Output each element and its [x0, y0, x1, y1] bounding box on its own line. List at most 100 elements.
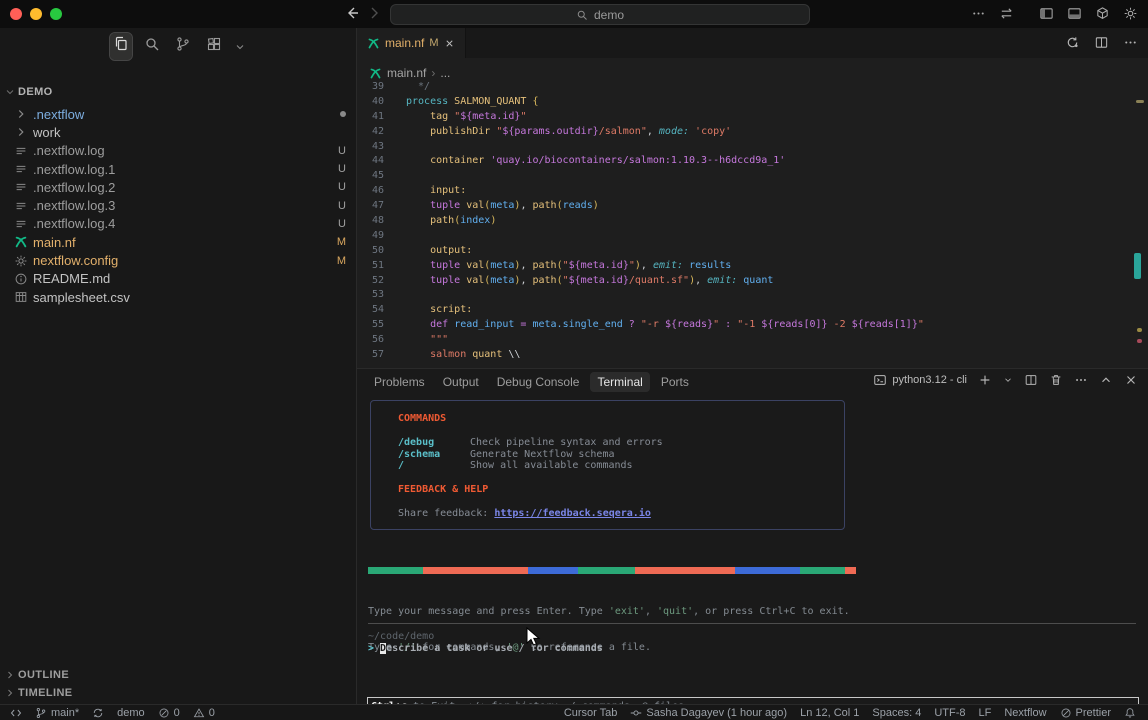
- change-dot: [340, 111, 346, 117]
- code-line-56[interactable]: 56 """: [357, 333, 1148, 348]
- status-item-0[interactable]: 0: [158, 707, 180, 719]
- run-loop-icon[interactable]: [1065, 35, 1080, 50]
- tree-item--nextflow-log-4[interactable]: .nextflow.log.4U: [0, 215, 356, 233]
- code-view[interactable]: 39 */40process SALMON_QUANT {41 tag "${m…: [357, 80, 1148, 363]
- file-label: .nextflow.log.4: [33, 216, 332, 231]
- status-item-sasha-dagayev-1-hour-ago[interactable]: Sasha Dagayev (1 hour ago): [630, 707, 787, 719]
- split-editor-icon[interactable]: [1094, 35, 1109, 50]
- panel-tab-ports[interactable]: Ports: [654, 372, 696, 392]
- shell-chip[interactable]: python3.12 - cli: [873, 373, 967, 387]
- code-line-44[interactable]: 44 container 'quay.io/biocontainers/salm…: [357, 154, 1148, 169]
- search-tab-button[interactable]: [141, 33, 163, 60]
- command-name: /: [398, 460, 470, 472]
- close-window-button[interactable]: [10, 8, 22, 20]
- tree-item--nextflow-log-3[interactable]: .nextflow.log.3U: [0, 196, 356, 214]
- status-item-remote-icon[interactable]: [10, 707, 22, 719]
- status-item-cursor-tab[interactable]: Cursor Tab: [564, 707, 618, 719]
- explorer-section-header[interactable]: DEMO: [4, 86, 53, 98]
- tree-item-main-nf[interactable]: main.nfM: [0, 233, 356, 251]
- code-line-41[interactable]: 41 tag "${meta.id}": [357, 110, 1148, 125]
- command-name: /schema: [398, 449, 470, 461]
- status-item-utf-8[interactable]: UTF-8: [934, 707, 965, 719]
- status-item-sync-icon[interactable]: [92, 707, 104, 719]
- toggle-sidebar-icon[interactable]: [1039, 6, 1054, 21]
- terminal-prompt[interactable]: > Describe a task or use / for commands: [368, 643, 603, 654]
- tree-item-README-md[interactable]: README.md: [0, 270, 356, 288]
- new-terminal-icon[interactable]: [978, 373, 992, 387]
- code-line-39[interactable]: 39 */: [357, 80, 1148, 95]
- zoom-window-button[interactable]: [50, 8, 62, 20]
- code-line-40[interactable]: 40process SALMON_QUANT {: [357, 95, 1148, 110]
- scrollbar-thumb[interactable]: [1134, 253, 1141, 279]
- status-item-lf[interactable]: LF: [979, 707, 992, 719]
- more-icon[interactable]: [971, 6, 986, 21]
- code-text: path(index): [406, 214, 496, 229]
- cube-icon[interactable]: [1095, 6, 1110, 21]
- status-item-0[interactable]: 0: [193, 707, 215, 719]
- command-center-search[interactable]: demo: [390, 4, 810, 25]
- tree-item-samplesheet-csv[interactable]: samplesheet.csv: [0, 288, 356, 306]
- status-item-demo[interactable]: demo: [117, 707, 145, 719]
- explorer-tab-button[interactable]: [110, 33, 132, 60]
- tree-item--nextflow[interactable]: .nextflow: [0, 105, 356, 123]
- timeline-section[interactable]: TIMELINE: [4, 684, 352, 702]
- tree-item--nextflow-log[interactable]: .nextflow.logU: [0, 142, 356, 160]
- sidebar-bottom-sections: OUTLINE TIMELINE: [4, 666, 352, 702]
- code-line-43[interactable]: 43: [357, 140, 1148, 155]
- code-line-52[interactable]: 52 tuple val(meta), path("${meta.id}/qua…: [357, 274, 1148, 289]
- chevron-down-icon[interactable]: [1003, 373, 1013, 387]
- swap-arrows-icon[interactable]: [999, 6, 1014, 21]
- code-line-55[interactable]: 55 def read_input = meta.single_end ? "-…: [357, 318, 1148, 333]
- code-line-49[interactable]: 49: [357, 229, 1148, 244]
- tree-item-nextflow-config[interactable]: nextflow.configM: [0, 251, 356, 269]
- terminal-hints: Type your message and press Enter. Type …: [368, 582, 850, 678]
- kill-terminal-icon[interactable]: [1049, 373, 1063, 387]
- git-status-badge: U: [338, 181, 346, 193]
- tab-main-nf[interactable]: main.nf M: [357, 28, 466, 58]
- status-text: Ln 12, Col 1: [800, 707, 859, 719]
- terminal-view[interactable]: COMMANDS /debugCheck pipeline syntax and…: [357, 395, 1148, 705]
- code-line-45[interactable]: 45: [357, 169, 1148, 184]
- close-icon[interactable]: [444, 38, 455, 49]
- toggle-panel-icon[interactable]: [1067, 6, 1082, 21]
- status-item-main[interactable]: main*: [35, 707, 79, 719]
- code-line-57[interactable]: 57 salmon quant \\: [357, 348, 1148, 363]
- feedback-link[interactable]: https://feedback.seqera.io: [494, 508, 651, 519]
- code-line-50[interactable]: 50 output:: [357, 244, 1148, 259]
- search-value: demo: [594, 8, 624, 22]
- code-line-46[interactable]: 46 input:: [357, 184, 1148, 199]
- status-item-bell-icon[interactable]: [1124, 707, 1136, 719]
- status-item-prettier[interactable]: Prettier: [1060, 707, 1111, 719]
- file-label: .nextflow.log: [33, 143, 332, 158]
- status-item-nextflow[interactable]: Nextflow: [1004, 707, 1046, 719]
- status-item-spaces-4[interactable]: Spaces: 4: [872, 707, 921, 719]
- maximize-panel-icon[interactable]: [1099, 373, 1113, 387]
- code-line-48[interactable]: 48 path(index): [357, 214, 1148, 229]
- code-line-51[interactable]: 51 tuple val(meta), path("${meta.id}"), …: [357, 259, 1148, 274]
- panel-tab-terminal[interactable]: Terminal: [590, 372, 649, 392]
- more-actions-icon[interactable]: [1074, 373, 1088, 387]
- close-panel-icon[interactable]: [1124, 373, 1138, 387]
- status-item-ln-12-col-1[interactable]: Ln 12, Col 1: [800, 707, 859, 719]
- back-icon[interactable]: [344, 5, 360, 21]
- panel-tab-problems[interactable]: Problems: [367, 372, 432, 392]
- tree-item--nextflow-log-2[interactable]: .nextflow.log.2U: [0, 178, 356, 196]
- error-icon: [158, 707, 170, 719]
- outline-section[interactable]: OUTLINE: [4, 666, 352, 684]
- tree-item-work[interactable]: work: [0, 123, 356, 141]
- panel-tab-debug-console[interactable]: Debug Console: [490, 372, 587, 392]
- code-line-54[interactable]: 54 script:: [357, 303, 1148, 318]
- code-text: container 'quay.io/biocontainers/salmon:…: [406, 154, 785, 169]
- forward-icon[interactable]: [366, 5, 382, 21]
- extensions-tab-button[interactable]: [203, 33, 225, 60]
- panel-tab-output[interactable]: Output: [436, 372, 486, 392]
- source-control-tab-button[interactable]: [172, 33, 194, 60]
- chevron-down-icon[interactable]: [234, 41, 246, 53]
- code-line-42[interactable]: 42 publishDir "${params.outdir}/salmon",…: [357, 125, 1148, 140]
- minimize-window-button[interactable]: [30, 8, 42, 20]
- split-terminal-icon[interactable]: [1024, 373, 1038, 387]
- tree-item--nextflow-log-1[interactable]: .nextflow.log.1U: [0, 160, 356, 178]
- code-line-53[interactable]: 53: [357, 288, 1148, 303]
- code-line-47[interactable]: 47 tuple val(meta), path(reads): [357, 199, 1148, 214]
- settings-gear-icon[interactable]: [1123, 6, 1138, 21]
